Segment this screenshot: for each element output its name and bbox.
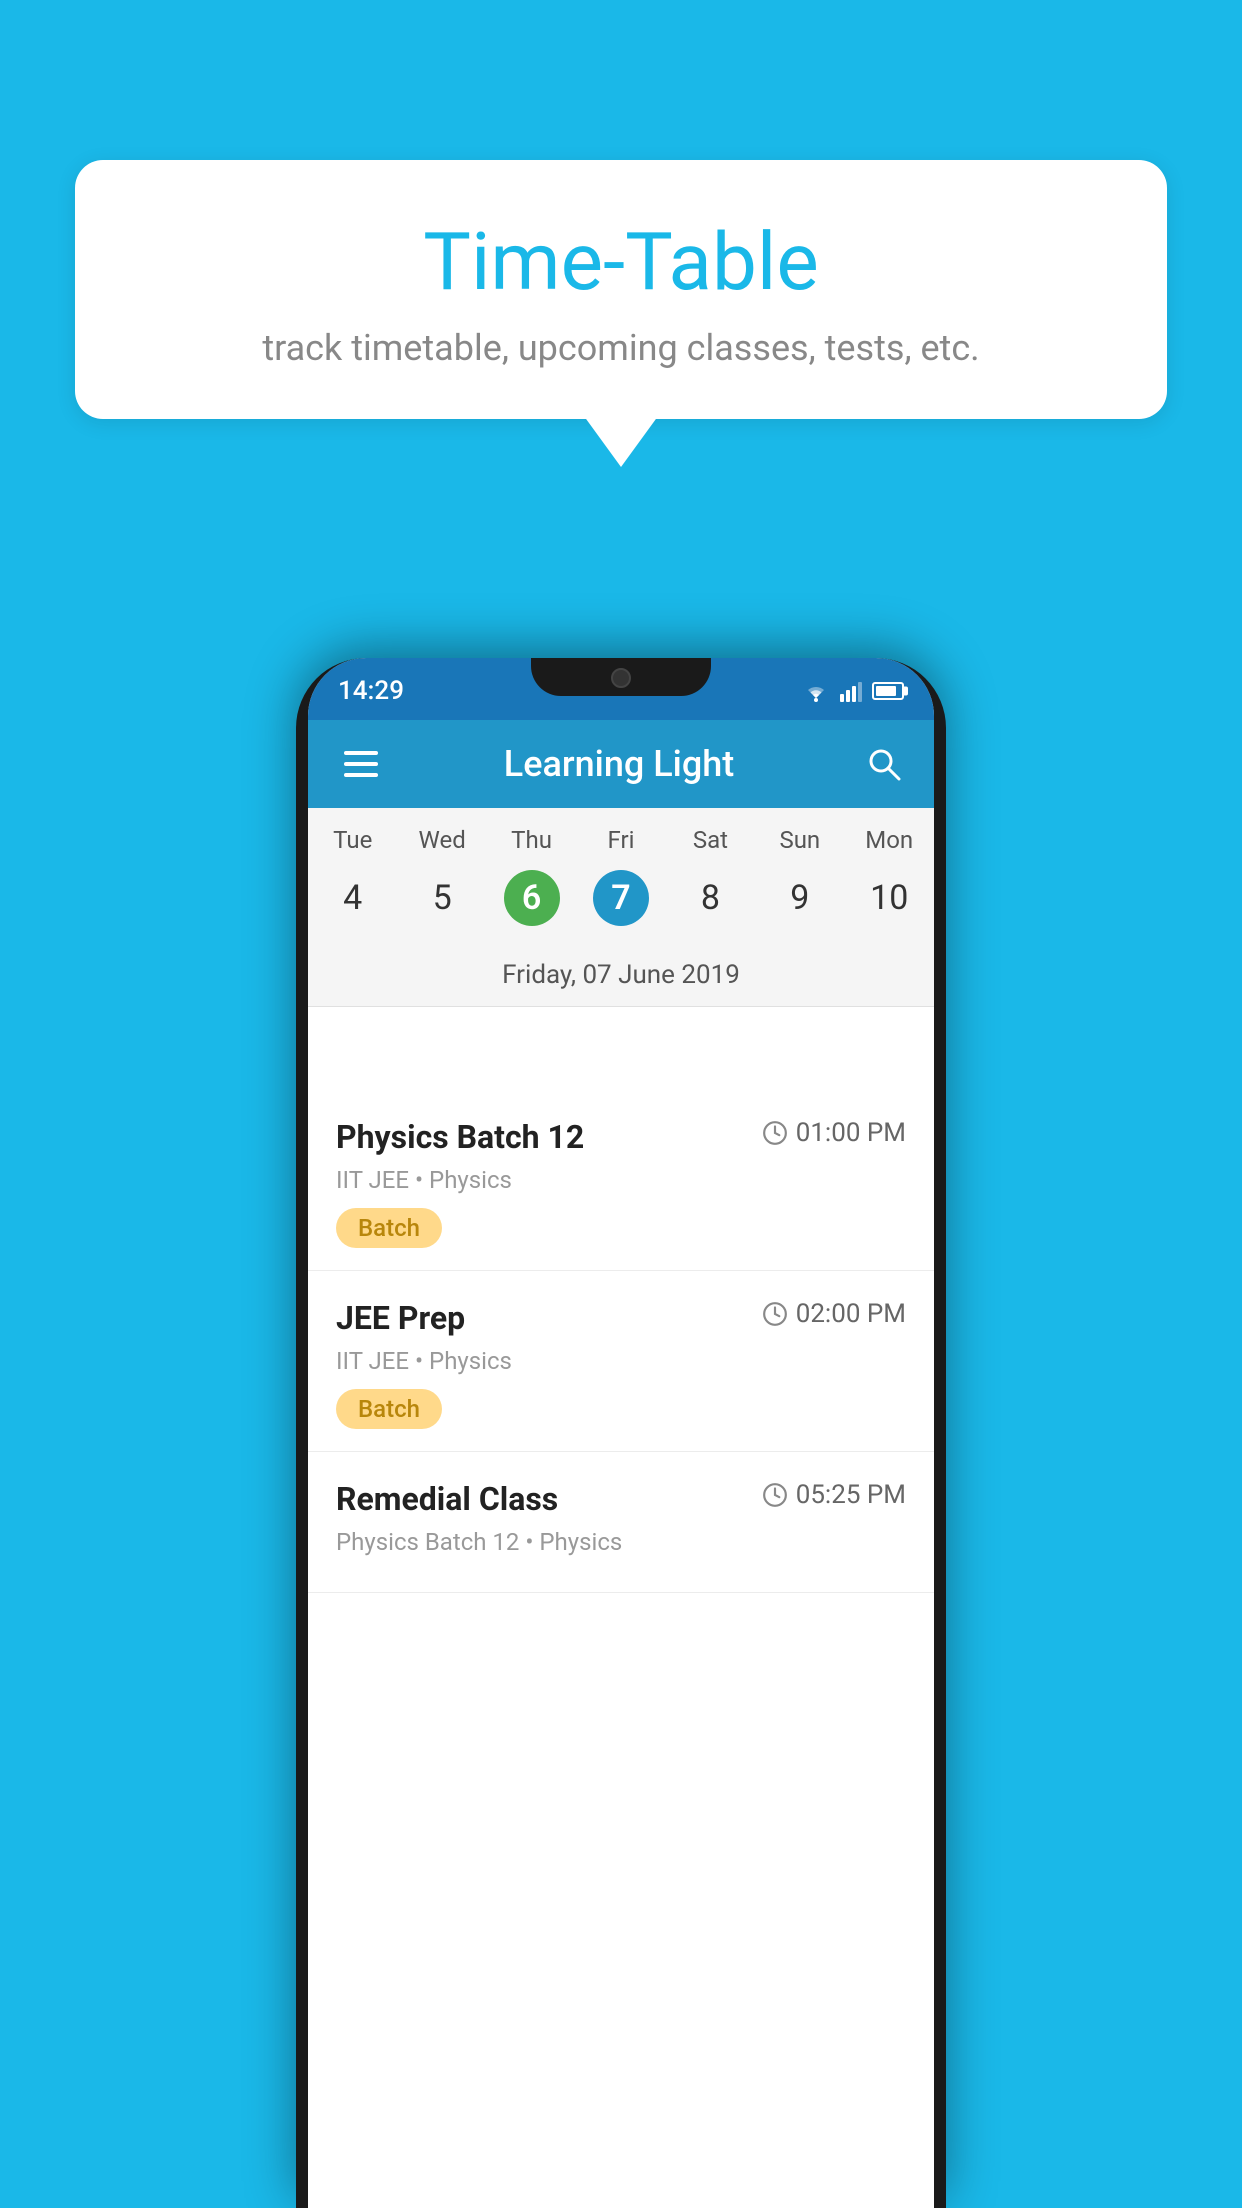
schedule-name-2: JEE Prep [336, 1299, 465, 1337]
schedule-item-1[interactable]: Physics Batch 12 01:00 PM IIT JEE • Phys… [308, 1090, 934, 1271]
hamburger-menu-button[interactable] [336, 743, 386, 785]
day-4[interactable]: 4 [308, 864, 397, 932]
batch-tag-2: Batch [336, 1389, 442, 1429]
schedule-item-top-3: Remedial Class 05:25 PM [336, 1480, 906, 1518]
clock-icon-3 [762, 1482, 788, 1508]
signal-icon [840, 680, 862, 702]
schedule-meta-3: Physics Batch 12 • Physics [336, 1528, 906, 1556]
schedule-name-1: Physics Batch 12 [336, 1118, 584, 1156]
schedule-time-2: 02:00 PM [762, 1299, 906, 1329]
app-header: Learning Light [308, 720, 934, 808]
day-header-wed: Wed [397, 808, 486, 864]
schedule-time-1: 01:00 PM [762, 1118, 906, 1148]
day-header-fri: Fri [576, 808, 665, 864]
schedule-item-top-2: JEE Prep 02:00 PM [336, 1299, 906, 1337]
search-button[interactable] [862, 742, 906, 786]
day-numbers: 4 5 6 7 8 9 10 [308, 864, 934, 950]
status-icons [802, 676, 904, 702]
battery-icon [872, 682, 904, 700]
day-header-tue: Tue [308, 808, 397, 864]
clock-icon-1 [762, 1120, 788, 1146]
schedule-list: Physics Batch 12 01:00 PM IIT JEE • Phys… [308, 1090, 934, 2208]
tooltip-title: Time-Table [135, 215, 1107, 309]
day-6-today[interactable]: 6 [487, 864, 576, 932]
schedule-time-text-3: 05:25 PM [796, 1480, 906, 1510]
day-7-selected[interactable]: 7 [576, 864, 665, 932]
schedule-meta-2: IIT JEE • Physics [336, 1347, 906, 1375]
calendar-section: Tue Wed Thu Fri Sat Sun Mon 4 5 6 7 8 9 … [308, 808, 934, 1007]
day-header-sat: Sat [666, 808, 755, 864]
phone-screen: 14:29 [308, 658, 934, 2208]
schedule-item-2[interactable]: JEE Prep 02:00 PM IIT JEE • Physics Batc… [308, 1271, 934, 1452]
schedule-item-3[interactable]: Remedial Class 05:25 PM Physics Batch 12… [308, 1452, 934, 1593]
tooltip-subtitle: track timetable, upcoming classes, tests… [135, 327, 1107, 369]
search-icon [865, 745, 903, 783]
phone-notch [531, 658, 711, 696]
day-header-thu: Thu [487, 808, 576, 864]
clock-icon-2 [762, 1301, 788, 1327]
wifi-icon [802, 680, 830, 702]
schedule-time-text-2: 02:00 PM [796, 1299, 906, 1329]
tooltip-bubble: Time-Table track timetable, upcoming cla… [75, 160, 1167, 419]
batch-tag-1: Batch [336, 1208, 442, 1248]
schedule-time-text-1: 01:00 PM [796, 1118, 906, 1148]
schedule-time-3: 05:25 PM [762, 1480, 906, 1510]
day-header-mon: Mon [845, 808, 934, 864]
schedule-item-top-1: Physics Batch 12 01:00 PM [336, 1118, 906, 1156]
schedule-name-3: Remedial Class [336, 1480, 558, 1518]
day-9[interactable]: 9 [755, 864, 844, 932]
day-8[interactable]: 8 [666, 864, 755, 932]
day-header-sun: Sun [755, 808, 844, 864]
day-10[interactable]: 10 [845, 864, 934, 932]
day-5[interactable]: 5 [397, 864, 486, 932]
day-headers: Tue Wed Thu Fri Sat Sun Mon [308, 808, 934, 864]
selected-circle: 7 [593, 870, 649, 926]
today-circle: 6 [504, 870, 560, 926]
app-title: Learning Light [386, 743, 852, 785]
selected-date-label: Friday, 07 June 2019 [308, 950, 934, 1007]
camera [611, 668, 631, 688]
schedule-meta-1: IIT JEE • Physics [336, 1166, 906, 1194]
phone-frame: 14:29 [296, 658, 946, 2208]
